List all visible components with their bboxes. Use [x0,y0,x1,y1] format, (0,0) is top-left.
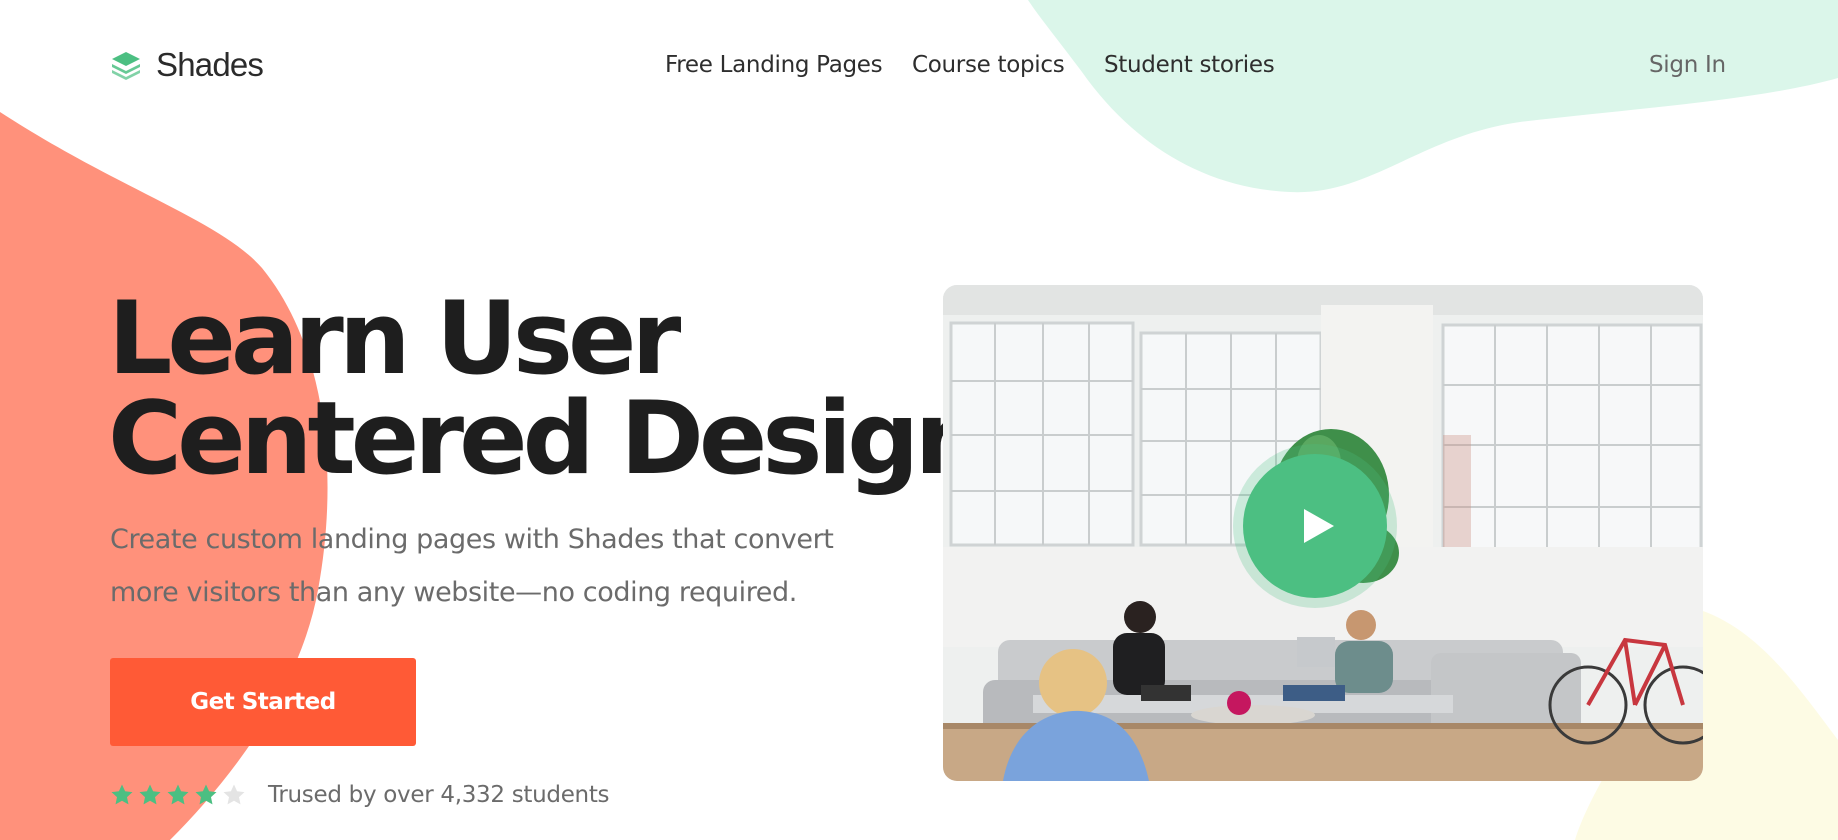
top-navigation: Shades Free Landing Pages Course topics … [0,0,1838,130]
hero-title-line-1: Learn User [108,279,681,397]
brand-logo[interactable]: Shades [110,46,264,84]
star-filled-icon [167,784,189,805]
rating-text: Trused by over 4,332 students [268,782,610,808]
star-rating [110,783,250,807]
star-filled-icon [111,784,133,805]
hero-title-line-2: Centered Design [108,379,986,497]
hero-subtitle-line-2: more visitors than any website—no coding… [110,577,797,608]
hero-title: Learn User Centered Design [108,279,986,497]
nav-link-free-landing-pages[interactable]: Free Landing Pages [665,52,883,78]
star-empty-icon [223,784,245,805]
student-rating: Trused by over 4,332 students [110,782,610,808]
brand-name: Shades [156,46,264,83]
play-icon [1304,509,1334,543]
star-filled-icon [139,784,161,805]
nav-link-course-topics[interactable]: Course topics [912,52,1065,78]
hero-subtitle: Create custom landing pages with Shades … [110,513,890,619]
play-button[interactable] [1243,454,1387,598]
sign-in-link[interactable]: Sign In [1649,52,1726,78]
hero-subtitle-line-1: Create custom landing pages with Shades … [110,524,834,555]
star-filled-icon [195,784,217,805]
layers-icon [112,52,140,80]
nav-link-student-stories[interactable]: Student stories [1104,52,1275,78]
hero-video-card[interactable] [943,285,1703,781]
get-started-button[interactable]: Get Started [110,658,416,746]
